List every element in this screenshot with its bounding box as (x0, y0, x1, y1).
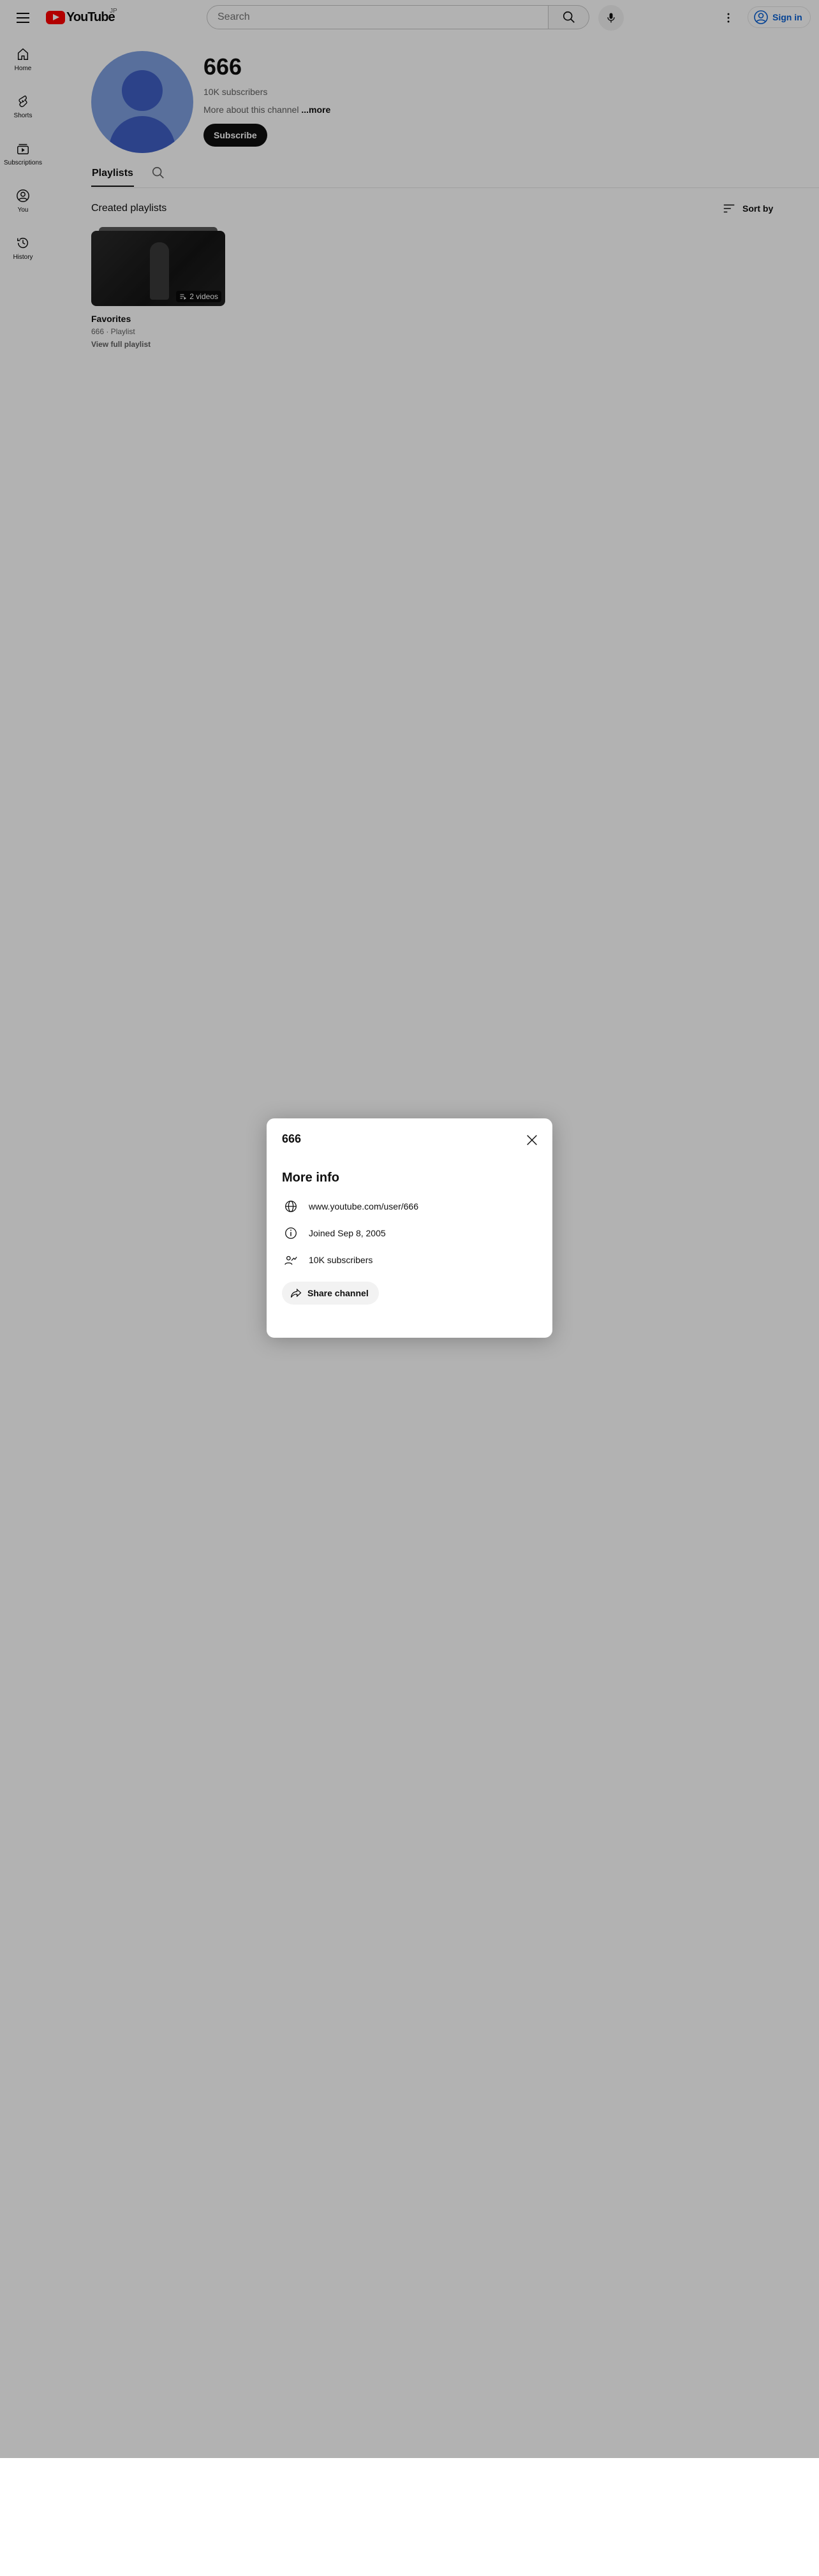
more-info-heading: More info (282, 1171, 339, 1185)
joined-row: Joined Sep 8, 2005 (282, 1224, 386, 1242)
share-channel-label: Share channel (307, 1288, 369, 1298)
subscriber-count: 10K subscribers (309, 1255, 373, 1265)
subscribers-row: 10K subscribers (282, 1251, 373, 1269)
close-icon (527, 1135, 537, 1145)
share-icon (290, 1288, 302, 1298)
channel-url-link[interactable]: www.youtube.com/user/666 (309, 1201, 418, 1211)
close-button[interactable] (523, 1131, 541, 1149)
channel-page: YouTube JP Sign in Home Shorts (0, 0, 819, 2458)
dialog-title: 666 (282, 1132, 302, 1145)
about-dialog: 666 More info www.youtube.com/user/666 J… (267, 1118, 552, 1338)
share-channel-button[interactable]: Share channel (282, 1282, 379, 1305)
globe-icon (285, 1201, 297, 1212)
person-trending-icon (284, 1255, 297, 1265)
info-icon (285, 1227, 297, 1239)
joined-date: Joined Sep 8, 2005 (309, 1228, 386, 1238)
channel-url-row: www.youtube.com/user/666 (282, 1197, 418, 1215)
